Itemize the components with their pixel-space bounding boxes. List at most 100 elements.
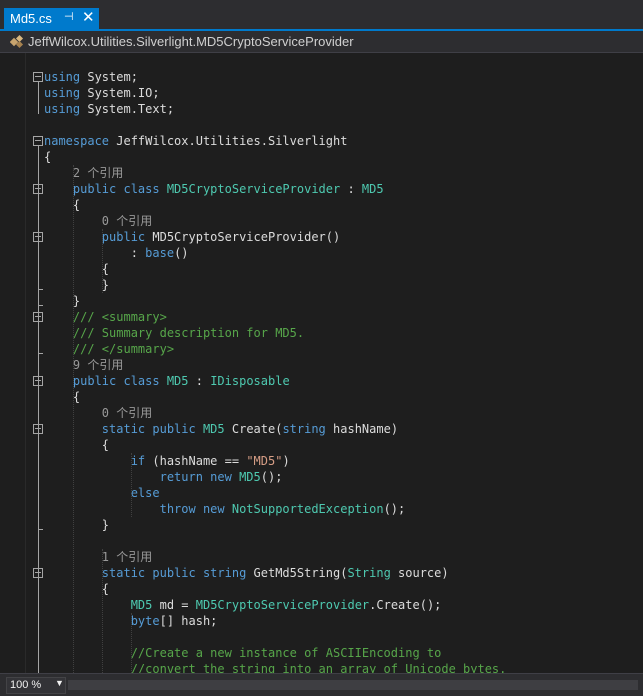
code-line[interactable]: public MD5CryptoServiceProvider() — [0, 229, 643, 245]
code-token: Create( — [224, 422, 283, 436]
code-token: MD5CryptoServiceProvider — [166, 182, 341, 196]
code-text: { — [44, 261, 109, 277]
code-text: 2 个引用 — [44, 165, 123, 181]
collapse-icon[interactable] — [33, 72, 43, 82]
code-token: } — [44, 518, 110, 532]
code-line[interactable]: 2 个引用 — [0, 165, 643, 181]
tab-md5-cs[interactable]: Md5.cs ⊣ ✕ — [4, 8, 99, 29]
zoom-dropdown[interactable]: 100 % ▼ — [6, 677, 66, 694]
code-line[interactable]: { — [0, 437, 643, 453]
code-text: throw new NotSupportedException(); — [44, 501, 406, 517]
editor-status-bar: 100 % ▼ — [0, 673, 643, 696]
code-token: /// Summary description for MD5. — [44, 326, 305, 340]
code-token: : — [340, 182, 362, 196]
code-line[interactable]: //Create a new instance of ASCIIEncoding… — [0, 645, 643, 661]
code-text: } — [44, 293, 80, 309]
code-token: public class — [72, 182, 167, 196]
code-line[interactable]: using System.Text; — [0, 101, 643, 117]
code-token: { — [44, 150, 52, 164]
outline-guide — [38, 322, 39, 354]
code-text: { — [44, 197, 80, 213]
code-line[interactable]: } — [0, 517, 643, 533]
code-token: /// </summary> — [44, 342, 175, 356]
code-token: MD5 — [130, 598, 153, 612]
code-line[interactable]: using System; — [0, 69, 643, 85]
code-line[interactable]: if (hashName == "MD5") — [0, 453, 643, 469]
pin-icon[interactable]: ⊣ — [64, 10, 74, 23]
code-text: { — [44, 389, 80, 405]
navigation-bar[interactable]: JeffWilcox.Utilities.Silverlight.MD5Cryp… — [0, 31, 643, 53]
code-line[interactable]: /// Summary description for MD5. — [0, 325, 643, 341]
code-line[interactable]: MD5 md = MD5CryptoServiceProvider.Create… — [0, 597, 643, 613]
horizontal-scrollbar[interactable] — [68, 680, 638, 690]
code-text: static public MD5 Create(string hashName… — [44, 421, 398, 437]
code-line[interactable]: public class MD5 : IDisposable — [0, 373, 643, 389]
code-token: using — [44, 70, 81, 84]
code-token: MD5 — [239, 470, 261, 484]
code-line[interactable]: 1 个引用 — [0, 549, 643, 565]
code-text: 0 个引用 — [44, 213, 152, 229]
code-text: /// <summary> — [44, 309, 167, 325]
code-token: "MD5" — [246, 454, 283, 468]
code-token: using — [44, 86, 81, 100]
code-line[interactable]: { — [0, 581, 643, 597]
code-text: using System.Text; — [44, 101, 174, 117]
code-line[interactable]: static public MD5 Create(string hashName… — [0, 421, 643, 437]
code-token: byte — [130, 614, 160, 628]
code-text: 0 个引用 — [44, 405, 152, 421]
code-line[interactable]: /// </summary> — [0, 341, 643, 357]
navigation-path[interactable]: JeffWilcox.Utilities.Silverlight.MD5Cryp… — [28, 34, 354, 49]
code-line[interactable]: static public string GetMd5String(String… — [0, 565, 643, 581]
close-icon[interactable]: ✕ — [82, 8, 95, 26]
code-token: using — [44, 102, 81, 116]
code-text: using System; — [44, 69, 138, 85]
code-editor[interactable]: using System; using System.IO; using Syste… — [0, 53, 643, 673]
code-line[interactable] — [0, 629, 643, 645]
code-line[interactable]: //convert the string into an array of Un… — [0, 661, 643, 673]
code-line[interactable]: public class MD5CryptoServiceProvider : … — [0, 181, 643, 197]
code-token: MD5 — [361, 182, 384, 196]
code-token: System.IO; — [80, 86, 160, 100]
code-line[interactable]: throw new NotSupportedException(); — [0, 501, 643, 517]
code-line[interactable]: { — [0, 261, 643, 277]
code-line[interactable] — [0, 533, 643, 549]
code-line[interactable]: using System.IO; — [0, 85, 643, 101]
chevron-down-icon: ▼ — [55, 678, 64, 688]
code-text: 9 个引用 — [44, 357, 123, 373]
code-line[interactable]: : base() — [0, 245, 643, 261]
code-line[interactable]: return new MD5(); — [0, 469, 643, 485]
code-token: (); — [260, 470, 283, 484]
code-line[interactable]: { — [0, 197, 643, 213]
code-text: { — [44, 581, 109, 597]
code-line[interactable]: namespace JeffWilcox.Utilities.Silverlig… — [0, 133, 643, 149]
code-line[interactable]: 9 个引用 — [0, 357, 643, 373]
class-icon — [9, 34, 25, 49]
code-text: 1 个引用 — [44, 549, 152, 565]
code-token: return new — [159, 470, 240, 484]
code-line[interactable]: byte[] hash; — [0, 613, 643, 629]
code-token: GetMd5String( — [246, 566, 348, 580]
code-token: source) — [390, 566, 449, 580]
code-token: MD5 — [202, 422, 225, 436]
code-text: public MD5CryptoServiceProvider() — [44, 229, 340, 245]
code-line[interactable]: { — [0, 389, 643, 405]
code-line[interactable]: else — [0, 485, 643, 501]
code-text: public class MD5 : IDisposable — [44, 373, 290, 389]
code-line[interactable]: { — [0, 149, 643, 165]
outline-guide — [38, 434, 39, 530]
outline-guide — [38, 578, 39, 673]
code-line[interactable]: } — [0, 293, 643, 309]
code-line[interactable]: /// <summary> — [0, 309, 643, 325]
code-token: /// <summary> — [44, 310, 167, 324]
code-token: : — [44, 246, 146, 260]
code-token: { — [44, 262, 110, 276]
code-line[interactable] — [0, 117, 643, 133]
code-token: throw new — [159, 502, 232, 516]
code-token: static public — [101, 422, 203, 436]
code-line[interactable]: } — [0, 277, 643, 293]
code-text: namespace JeffWilcox.Utilities.Silverlig… — [44, 133, 347, 149]
code-line[interactable]: 0 个引用 — [0, 405, 643, 421]
collapse-icon[interactable] — [33, 136, 43, 146]
code-line[interactable]: 0 个引用 — [0, 213, 643, 229]
